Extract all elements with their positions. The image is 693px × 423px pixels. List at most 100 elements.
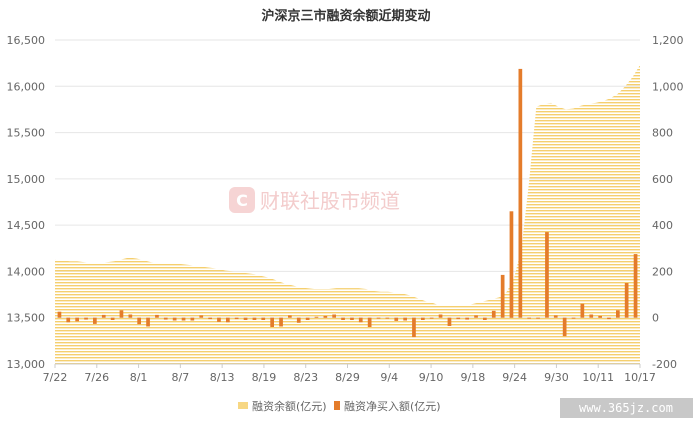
right-axis-tick-label: -200	[652, 358, 677, 371]
net-buy-bar	[101, 314, 106, 318]
net-buy-bar	[376, 317, 381, 319]
net-buy-bar	[332, 314, 336, 318]
legend-label-balance: 融资余额(亿元)	[252, 399, 327, 413]
net-buy-bar	[75, 317, 79, 322]
net-buy-bar	[367, 317, 372, 327]
net-buy-bar	[509, 211, 514, 318]
net-buy-bar	[243, 317, 248, 320]
net-buy-bar	[119, 310, 124, 318]
legend: 融资余额(亿元) 融资净买入额(亿元)	[238, 399, 441, 413]
net-buy-bar	[491, 310, 496, 318]
net-buy-bar	[128, 314, 133, 318]
net-buy-bar	[633, 254, 638, 318]
left-axis-tick-label: 14,000	[7, 265, 46, 278]
net-buy-bar	[545, 232, 549, 318]
net-buy-bar	[474, 315, 478, 318]
net-buy-bar	[527, 317, 531, 319]
x-axis-tick-label: 9/30	[544, 371, 569, 384]
net-buy-bar	[536, 317, 540, 319]
legend-swatch-netbuy	[334, 401, 340, 410]
right-axis: -200 0 200 400 600 800 1,000 1,200	[652, 34, 684, 371]
x-axis-tick-label: 7/22	[43, 371, 68, 384]
watermark-logo-letter: C	[236, 191, 248, 210]
net-buy-bar	[270, 317, 274, 327]
right-axis-tick-label: 200	[652, 265, 673, 278]
net-buy-bar	[163, 317, 168, 320]
x-axis-tick-label: 8/23	[293, 371, 318, 384]
left-axis: 13,000 13,500 14,000 14,500 15,000 15,500 16,0…	[7, 34, 46, 371]
net-buy-bar	[500, 274, 505, 318]
net-buy-bar	[190, 317, 195, 321]
x-axis-tick-label: 8/19	[252, 371, 277, 384]
left-axis-tick-label: 14,500	[7, 219, 46, 232]
net-buy-bar	[261, 317, 266, 320]
net-buy-bar	[456, 317, 461, 320]
net-buy-bar	[146, 317, 150, 327]
net-buy-bar	[314, 316, 319, 318]
site-watermark: www.365jz.com	[560, 398, 693, 418]
net-buy-bar	[323, 315, 328, 318]
net-buy-bar	[288, 315, 292, 318]
right-axis-tick-label: 800	[652, 127, 673, 140]
net-buy-bar	[394, 317, 399, 321]
net-buy-bar	[66, 317, 71, 323]
x-axis-tick-label: 9/18	[461, 371, 486, 384]
x-axis-tick-label: 8/13	[210, 371, 235, 384]
net-buy-bar	[624, 283, 629, 318]
balance-area-shape	[55, 65, 640, 364]
net-buy-bar	[358, 317, 363, 323]
site-watermark-text: www.365jz.com	[579, 401, 673, 415]
watermark-text: 财联社股市频道	[260, 189, 400, 213]
chart: 沪深京三市融资余额近期变动 C 财联社股市频道 13,000 13,500 14,0…	[7, 8, 693, 418]
net-buy-bar	[429, 317, 434, 319]
legend-item-netbuy: 融资净买入额(亿元)	[334, 399, 441, 413]
x-axis-tick-label: 10/17	[624, 371, 656, 384]
net-buy-bar	[447, 317, 452, 326]
right-axis-tick-label: 600	[652, 173, 673, 186]
x-axis-tick-label: 9/24	[502, 371, 527, 384]
net-buy-bar	[305, 317, 310, 320]
net-buy-bar	[341, 317, 345, 320]
chart-title: 沪深京三市融资余额近期变动	[261, 8, 430, 24]
legend-swatch-balance	[238, 402, 248, 409]
net-buy-bar	[518, 68, 523, 318]
net-buy-bar	[155, 314, 159, 318]
net-buy-bar	[84, 317, 88, 320]
net-buy-bar	[607, 317, 611, 320]
left-axis-tick-label: 16,500	[7, 34, 46, 47]
x-axis-tick-label: 8/29	[335, 371, 360, 384]
net-buy-bar	[483, 317, 487, 320]
net-buy-bar	[385, 317, 390, 319]
legend-label-netbuy: 融资净买入额(亿元)	[344, 399, 441, 413]
net-buy-bar	[172, 317, 177, 321]
left-axis-tick-label: 16,000	[7, 80, 46, 93]
net-buy-bar	[562, 317, 567, 337]
net-buy-bar	[57, 311, 62, 318]
x-axis-tick-label: 9/4	[380, 371, 398, 384]
right-axis-tick-label: 0	[652, 312, 659, 325]
net-buy-bar	[234, 317, 239, 320]
net-buy-bar	[181, 317, 186, 321]
net-buy-bar	[465, 317, 469, 320]
net-buy-bar	[252, 317, 257, 320]
net-buy-bar	[208, 317, 212, 320]
x-axis-tick-label: 7/26	[84, 371, 109, 384]
net-buy-bar	[438, 314, 443, 318]
left-axis-tick-label: 13,500	[7, 312, 46, 325]
net-buy-bar	[226, 317, 230, 323]
x-axis-tick-label: 10/11	[582, 371, 614, 384]
net-buy-bar	[403, 317, 407, 321]
net-buy-bar	[580, 303, 585, 318]
net-buy-bar	[137, 317, 141, 325]
x-axis-tick-label: 9/10	[419, 371, 444, 384]
right-axis-tick-label: 400	[652, 219, 673, 232]
watermark: C 财联社股市频道	[229, 187, 400, 213]
net-buy-bar	[217, 317, 221, 322]
net-buy-bar	[296, 317, 301, 323]
x-axis-tick-label: 8/1	[130, 371, 148, 384]
net-buy-bar	[93, 317, 97, 324]
left-axis-tick-label: 15,500	[7, 127, 46, 140]
legend-item-balance: 融资余额(亿元)	[238, 399, 327, 413]
net-buy-bar	[616, 310, 620, 318]
right-axis-tick-label: 1,000	[652, 80, 684, 93]
